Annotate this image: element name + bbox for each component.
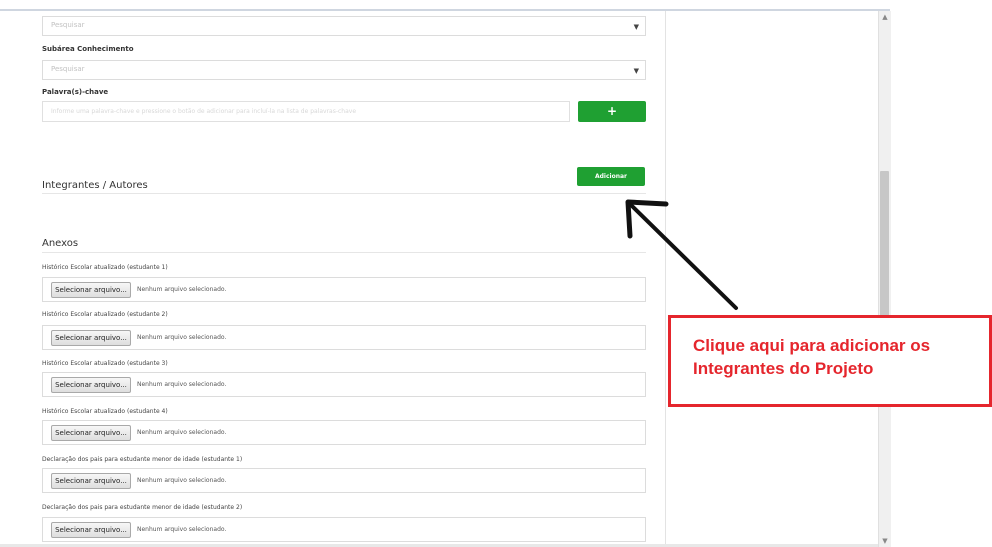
caret-down-icon: ▼	[633, 67, 639, 75]
file-input[interactable]: Selecionar arquivo... Nenhum arquivo sel…	[42, 325, 646, 350]
file-field-label: Declaração dos pais para estudante menor…	[42, 504, 243, 511]
choose-file-button[interactable]: Selecionar arquivo...	[51, 282, 131, 298]
choose-file-button[interactable]: Selecionar arquivo...	[51, 330, 131, 346]
file-field-label: Histórico Escolar atualizado (estudante …	[42, 311, 168, 318]
subarea-select-placeholder: Pesquisar	[51, 65, 85, 73]
integrantes-title: Integrantes / Autores	[42, 180, 148, 191]
file-input[interactable]: Selecionar arquivo... Nenhum arquivo sel…	[42, 517, 646, 542]
file-field-label: Histórico Escolar atualizado (estudante …	[42, 264, 168, 271]
keywords-input-placeholder: Informe uma palavra-chave e pressione o …	[51, 108, 357, 115]
file-field-label: Declaração dos pais para estudante menor…	[42, 456, 243, 463]
file-status: Nenhum arquivo selecionado.	[137, 429, 227, 436]
subarea-select[interactable]: Pesquisar ▼	[42, 60, 646, 80]
choose-file-button[interactable]: Selecionar arquivo...	[51, 425, 131, 441]
anexos-divider	[42, 252, 646, 253]
scroll-up-icon[interactable]: ▲	[881, 13, 889, 21]
choose-file-button[interactable]: Selecionar arquivo...	[51, 522, 131, 538]
add-integrante-button[interactable]: Adicionar	[577, 167, 645, 186]
file-status: Nenhum arquivo selecionado.	[137, 334, 227, 341]
area-select[interactable]: Pesquisar ▼	[42, 16, 646, 36]
keywords-input[interactable]: Informe uma palavra-chave e pressione o …	[42, 101, 570, 122]
file-input[interactable]: Selecionar arquivo... Nenhum arquivo sel…	[42, 468, 646, 493]
anexos-title: Anexos	[42, 238, 79, 249]
file-input[interactable]: Selecionar arquivo... Nenhum arquivo sel…	[42, 277, 646, 302]
file-status: Nenhum arquivo selecionado.	[137, 381, 227, 388]
choose-file-button[interactable]: Selecionar arquivo...	[51, 377, 131, 393]
arrow-pointer-icon	[625, 199, 738, 310]
file-status: Nenhum arquivo selecionado.	[137, 286, 227, 293]
scroll-down-icon[interactable]: ▼	[881, 537, 889, 545]
annotation-callout: Clique aqui para adicionar os Integrante…	[668, 315, 992, 407]
caret-down-icon: ▼	[633, 23, 639, 31]
integrantes-divider	[42, 193, 646, 194]
vertical-scrollbar[interactable]: ▲ ▼	[878, 11, 891, 547]
area-select-placeholder: Pesquisar	[51, 21, 85, 29]
file-input[interactable]: Selecionar arquivo... Nenhum arquivo sel…	[42, 372, 646, 397]
file-status: Nenhum arquivo selecionado.	[137, 526, 227, 533]
subarea-label: Subárea Conhecimento	[42, 45, 134, 53]
file-field-label: Histórico Escolar atualizado (estudante …	[42, 360, 168, 367]
file-input[interactable]: Selecionar arquivo... Nenhum arquivo sel…	[42, 420, 646, 445]
add-keyword-button[interactable]: +	[578, 101, 646, 122]
keywords-label: Palavra(s)-chave	[42, 88, 109, 96]
choose-file-button[interactable]: Selecionar arquivo...	[51, 473, 131, 489]
file-status: Nenhum arquivo selecionado.	[137, 477, 227, 484]
file-field-label: Histórico Escolar atualizado (estudante …	[42, 408, 168, 415]
annotation-text: Clique aqui para adicionar os Integrante…	[693, 336, 931, 378]
